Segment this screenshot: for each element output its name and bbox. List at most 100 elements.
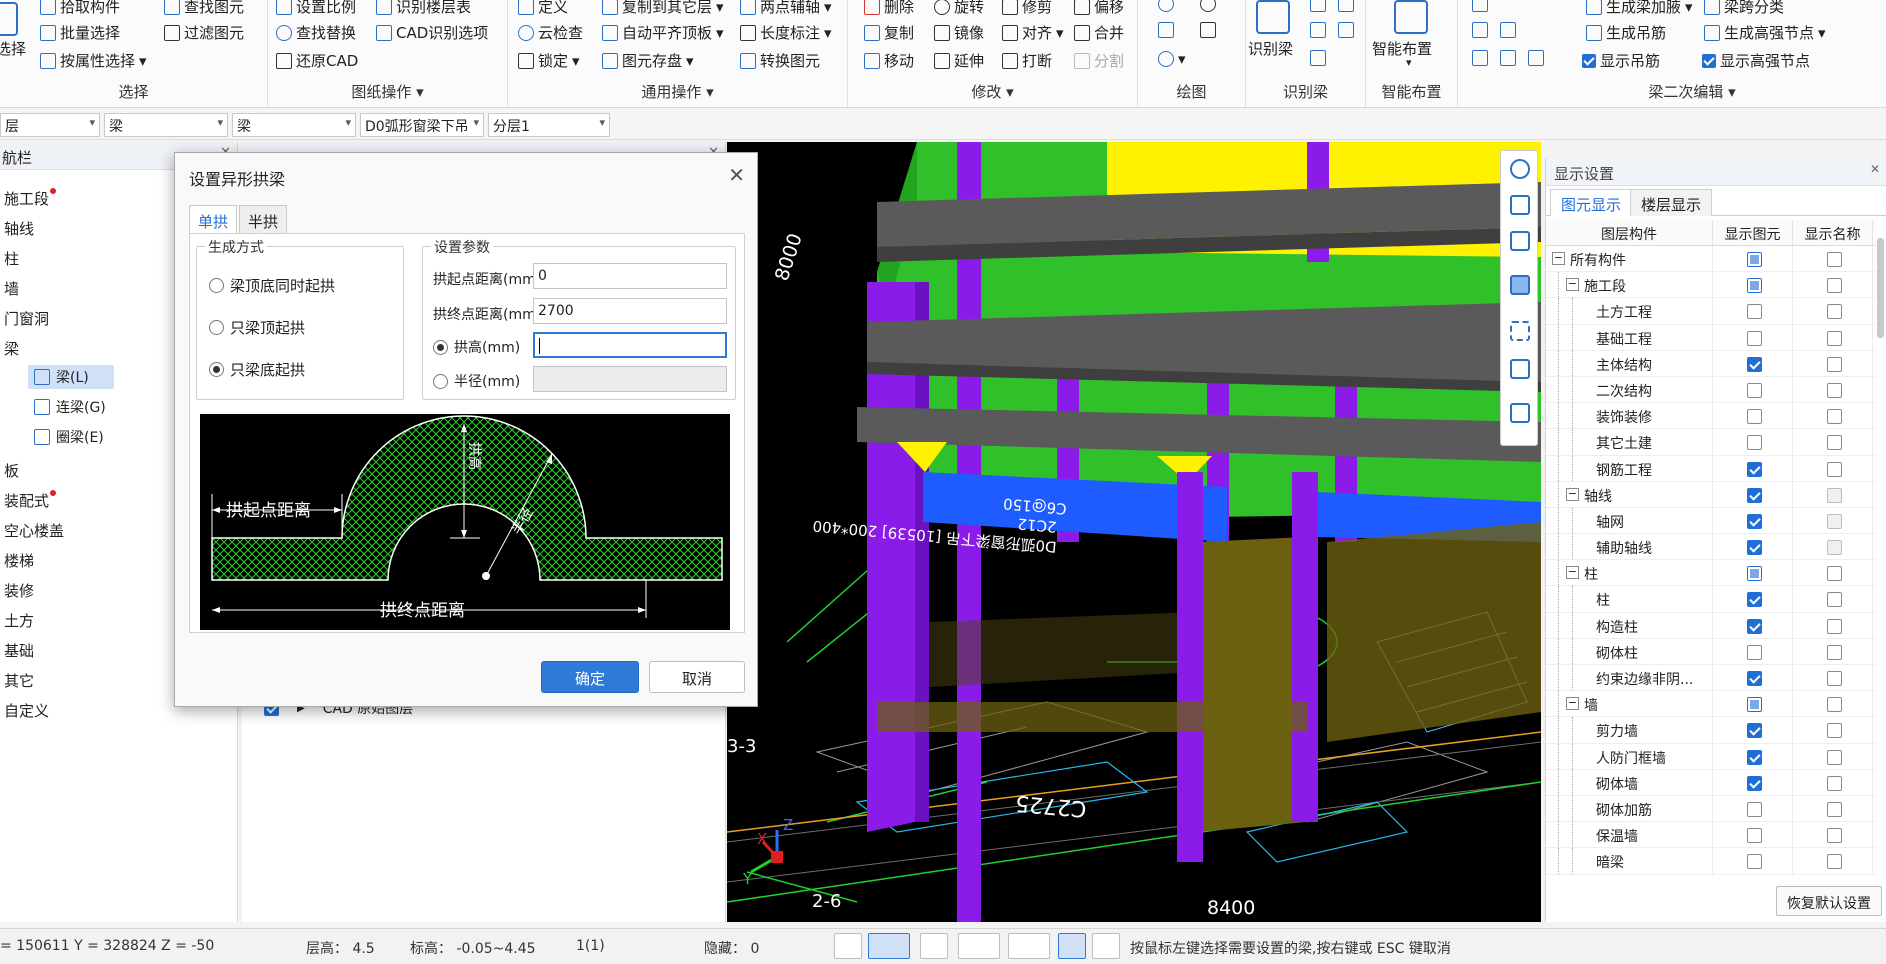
set-scale-button[interactable]: 设置比例 bbox=[276, 0, 356, 17]
model-view[interactable]: 8000 8400 2-6 3-3 D0弧形窗梁下吊 [10539] 200*4… bbox=[727, 142, 1541, 922]
column[interactable] bbox=[1292, 472, 1318, 822]
offset-button[interactable]: 偏移 bbox=[1074, 0, 1124, 17]
draw-rect-button[interactable] bbox=[1200, 22, 1216, 38]
tab-single-arch[interactable]: 单拱 bbox=[189, 205, 238, 233]
recognize-tool-2[interactable] bbox=[1310, 22, 1326, 38]
scrollbar[interactable] bbox=[1877, 238, 1884, 338]
show-element-checkbox[interactable] bbox=[1747, 356, 1762, 372]
beam-edit-tool-5[interactable] bbox=[1500, 50, 1516, 66]
floor-combo[interactable]: 层 bbox=[0, 113, 100, 137]
show-element-checkbox[interactable] bbox=[1747, 644, 1762, 660]
show-name-checkbox[interactable] bbox=[1827, 749, 1842, 765]
select-big-button[interactable]: 选择 bbox=[0, 38, 26, 59]
collapse-icon[interactable]: − bbox=[1566, 566, 1579, 580]
show-element-checkbox[interactable] bbox=[1747, 409, 1762, 425]
show-name-checkbox[interactable] bbox=[1827, 461, 1842, 477]
nav-subitem[interactable]: 连梁(G) bbox=[28, 395, 112, 419]
show-name-checkbox[interactable] bbox=[1827, 671, 1842, 686]
end-distance-input[interactable]: 2700 bbox=[533, 298, 727, 324]
show-name-checkbox[interactable] bbox=[1827, 304, 1842, 320]
recognize-tool-1[interactable] bbox=[1310, 0, 1326, 12]
batch-select-button[interactable]: 批量选择 bbox=[40, 22, 120, 43]
show-element-checkbox[interactable] bbox=[1747, 330, 1762, 346]
view-direction-icon[interactable] bbox=[1510, 275, 1530, 295]
properties-icon[interactable] bbox=[1510, 403, 1530, 423]
show-element-checkbox[interactable] bbox=[1747, 304, 1762, 320]
nav-subitem[interactable]: 圈梁(E) bbox=[28, 425, 110, 449]
snap-toggle[interactable] bbox=[868, 933, 910, 959]
collapse-icon[interactable]: − bbox=[1566, 278, 1579, 292]
recognize-tool-4[interactable] bbox=[1338, 0, 1354, 12]
show-element-checkbox[interactable] bbox=[1747, 749, 1762, 765]
show-name-checkbox[interactable] bbox=[1827, 618, 1842, 634]
offset-toggle[interactable] bbox=[1008, 933, 1050, 959]
3d-box-icon[interactable] bbox=[1510, 231, 1530, 251]
show-name-checkbox[interactable] bbox=[1827, 828, 1842, 844]
beam-edit-tool-2[interactable] bbox=[1472, 22, 1488, 38]
arc-mode-toggle[interactable] bbox=[1092, 933, 1120, 959]
show-element-checkbox[interactable] bbox=[1747, 461, 1762, 477]
draw-circle-button[interactable] bbox=[1200, 0, 1216, 12]
radius-input[interactable] bbox=[533, 366, 727, 392]
lock-button[interactable]: 锁定 ▾ bbox=[518, 50, 580, 71]
beam-edit-tool-6[interactable] bbox=[1528, 50, 1544, 66]
show-element-checkbox[interactable] bbox=[1747, 618, 1762, 634]
split-button[interactable]: 分割 bbox=[1074, 50, 1124, 71]
show-name-checkbox[interactable] bbox=[1827, 278, 1842, 294]
show-element-checkbox[interactable] bbox=[1747, 775, 1762, 791]
component-subtype-combo[interactable]: 梁 bbox=[232, 113, 356, 137]
gen-high-strength-node-button[interactable]: 生成高强节点 ▾ bbox=[1704, 22, 1826, 43]
collapse-icon[interactable]: − bbox=[1566, 487, 1579, 501]
show-name-checkbox[interactable] bbox=[1827, 252, 1842, 267]
find-element-button[interactable]: 查找图元 bbox=[164, 0, 244, 17]
show-name-checkbox[interactable] bbox=[1827, 644, 1842, 660]
nav-subitem[interactable]: 梁(L) bbox=[28, 365, 114, 389]
close-icon[interactable]: ✕ bbox=[1870, 162, 1880, 176]
show-name-checkbox[interactable] bbox=[1827, 775, 1842, 791]
nav-item[interactable]: 其它 bbox=[4, 670, 34, 691]
show-name-checkbox[interactable] bbox=[1827, 801, 1842, 817]
show-element-checkbox[interactable] bbox=[1747, 435, 1762, 451]
column[interactable] bbox=[1177, 472, 1203, 862]
nav-item[interactable]: 门窗洞 bbox=[4, 308, 49, 329]
select-by-attr-button[interactable]: 按属性选择 ▾ bbox=[40, 50, 147, 71]
nav-item[interactable]: 基础 bbox=[4, 640, 34, 661]
3d-viewport[interactable]: 8000 8400 2-6 3-3 D0弧形窗梁下吊 [10539] 200*4… bbox=[727, 142, 1541, 922]
draw-point-button[interactable] bbox=[1158, 0, 1174, 12]
copy-to-other-floor-button[interactable]: 复制到其它层 ▾ bbox=[602, 0, 724, 17]
show-element-checkbox[interactable] bbox=[1747, 540, 1762, 556]
show-element-checkbox[interactable] bbox=[1747, 252, 1762, 267]
two-point-axis-button[interactable]: 两点辅轴 ▾ bbox=[740, 0, 832, 17]
show-name-checkbox[interactable] bbox=[1827, 592, 1842, 608]
nav-item[interactable]: 轴线 bbox=[4, 218, 34, 239]
show-element-checkbox[interactable] bbox=[1747, 513, 1762, 529]
angle-toggle[interactable] bbox=[958, 933, 1000, 959]
show-name-checkbox[interactable] bbox=[1827, 723, 1842, 739]
element-save-button[interactable]: 图元存盘 ▾ bbox=[602, 50, 694, 71]
tab-half-arch[interactable]: 半拱 bbox=[239, 205, 288, 233]
rotate-button[interactable]: 旋转 bbox=[934, 0, 984, 17]
gen-hanger-button[interactable]: 生成吊筋 bbox=[1586, 22, 1666, 43]
show-element-checkbox[interactable] bbox=[1747, 671, 1762, 686]
smart-layout-button[interactable]: 智能布置 bbox=[1372, 38, 1432, 59]
nav-item[interactable]: 土方 bbox=[4, 610, 34, 631]
nav-item[interactable]: 装配式 bbox=[4, 490, 57, 511]
ok-button[interactable]: 确定 bbox=[541, 661, 639, 693]
nav-item[interactable]: 自定义 bbox=[4, 700, 49, 721]
cad-recognize-options-button[interactable]: CAD识别选项 bbox=[376, 22, 488, 43]
recognize-beam-button[interactable]: 识别梁 bbox=[1248, 38, 1293, 59]
show-element-checkbox[interactable] bbox=[1747, 566, 1762, 582]
show-name-checkbox[interactable] bbox=[1827, 697, 1842, 713]
show-element-checkbox[interactable] bbox=[1747, 697, 1762, 713]
layer-combo[interactable]: 分层1 bbox=[488, 113, 610, 137]
radio-arch-height[interactable]: 拱高(mm) bbox=[433, 337, 520, 357]
ortho-toggle[interactable] bbox=[834, 933, 862, 959]
show-high-strength-node-checkbox[interactable]: 显示高强节点 bbox=[1702, 50, 1810, 71]
radio-top-only[interactable]: 只梁顶起拱 bbox=[209, 317, 305, 338]
tab-floor-display[interactable]: 楼层显示 bbox=[1630, 189, 1713, 216]
copy-button[interactable]: 复制 bbox=[864, 22, 914, 43]
nav-item[interactable]: 梁 bbox=[4, 338, 19, 359]
beam-edit-tool-3[interactable] bbox=[1472, 50, 1488, 66]
find-replace-button[interactable]: 查找替换 bbox=[276, 22, 356, 43]
close-icon[interactable]: ✕ bbox=[728, 163, 745, 187]
